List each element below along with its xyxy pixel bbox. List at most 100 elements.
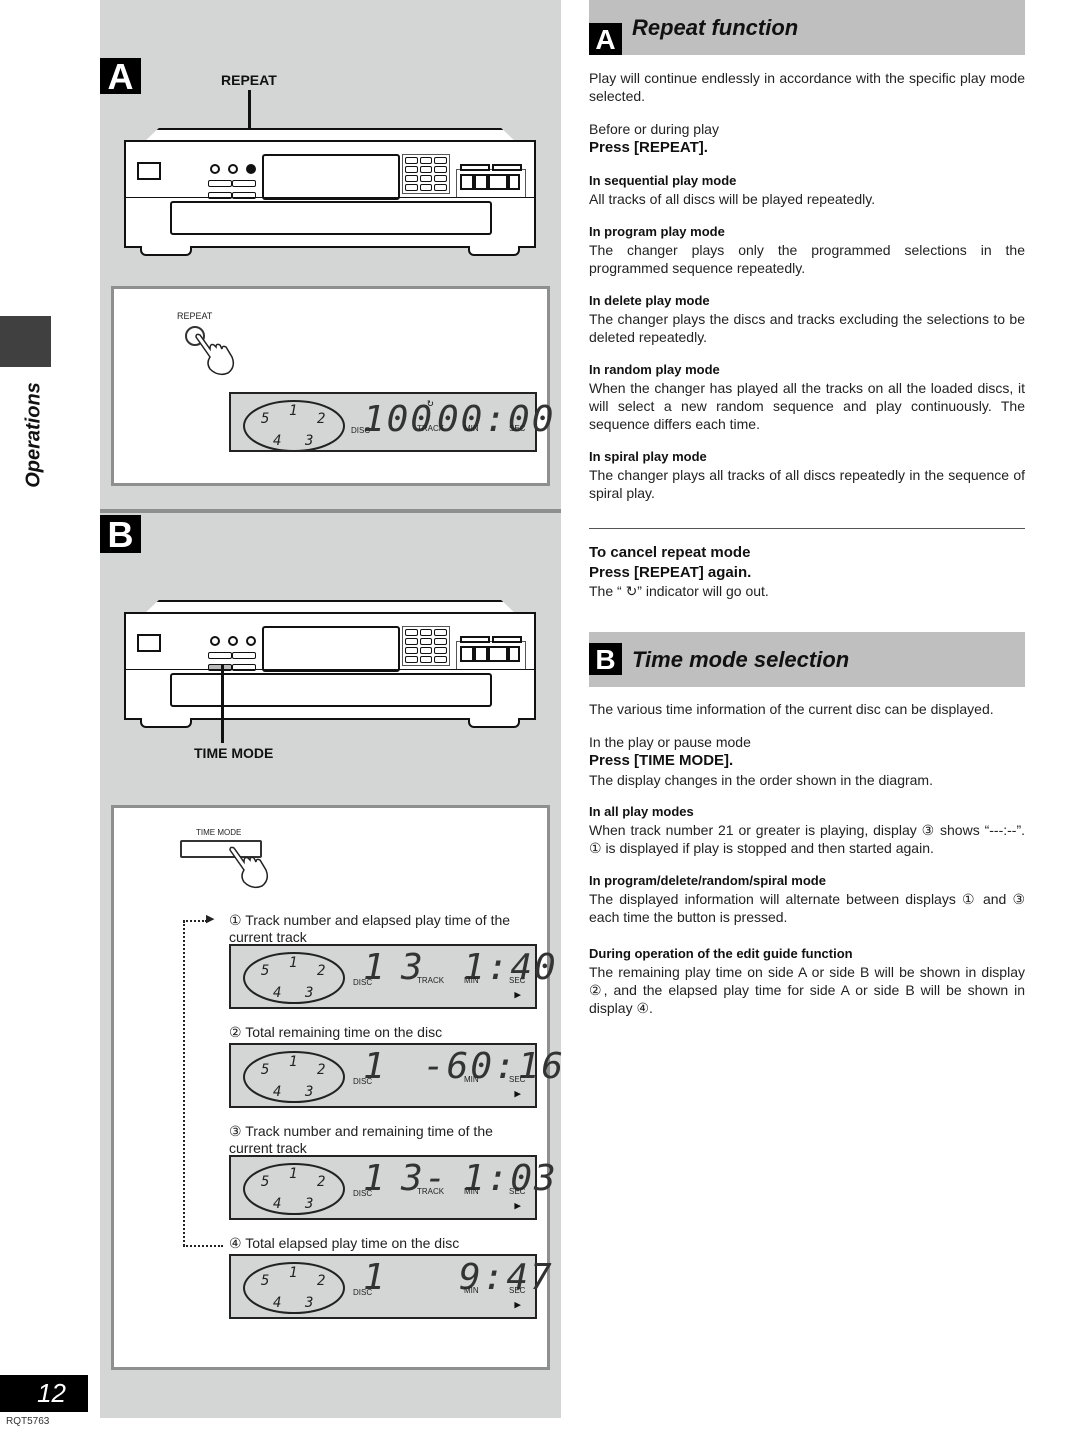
time-mode-callout-label: TIME MODE bbox=[194, 745, 274, 761]
note-heading: In all play modes bbox=[589, 804, 694, 819]
lcd-min-tag: MIN bbox=[464, 976, 479, 985]
section-a-title: Repeat function bbox=[632, 15, 799, 40]
pointing-hand-icon bbox=[229, 846, 269, 889]
note-text: When track number 21 or greater is playi… bbox=[589, 822, 1025, 856]
lcd-disc-tag: DISC bbox=[353, 978, 373, 987]
page-number: 12 bbox=[0, 1375, 88, 1412]
section-b-title: Time mode selection bbox=[632, 647, 850, 672]
svg-text:2: 2 bbox=[317, 963, 325, 979]
svg-text:4: 4 bbox=[273, 1295, 281, 1311]
note-heading: During operation of the edit guide funct… bbox=[589, 946, 853, 961]
spiral-button[interactable] bbox=[210, 636, 220, 646]
numeric-keypad bbox=[402, 154, 450, 194]
play-indicator-icon: ▶ bbox=[514, 988, 521, 1001]
power-button[interactable] bbox=[137, 634, 161, 652]
lcd-track-tag: TRACK bbox=[417, 976, 445, 985]
lcd-disc-tag: DISC bbox=[353, 1288, 373, 1297]
section-b-letter: B bbox=[589, 643, 622, 675]
cycle-flow-line bbox=[183, 921, 185, 1246]
svg-text:1: 1 bbox=[289, 1166, 297, 1182]
lcd-disc-tag: DISC bbox=[353, 1189, 373, 1198]
repeat-button-label: REPEAT bbox=[177, 311, 213, 321]
display-caption: ④ Total elapsed play time on the disc bbox=[229, 1235, 460, 1251]
panel-divider bbox=[100, 509, 561, 513]
repeat-callout-label: REPEAT bbox=[221, 72, 277, 88]
svg-text:2: 2 bbox=[317, 1273, 325, 1289]
lcd-min-tag: MIN bbox=[464, 1075, 479, 1084]
cancel-note: The “ ↻” indicator will go out. bbox=[589, 583, 769, 599]
numeric-keypad bbox=[402, 626, 450, 666]
cancel-heading: To cancel repeat mode bbox=[589, 544, 751, 561]
power-button[interactable] bbox=[137, 162, 161, 180]
random-button[interactable] bbox=[228, 164, 238, 174]
spiral-button[interactable] bbox=[210, 164, 220, 174]
svg-text:2: 2 bbox=[317, 411, 325, 427]
svg-text:1: 1 bbox=[289, 1265, 297, 1281]
section-b-intro: The various time information of the curr… bbox=[589, 701, 994, 717]
svg-text:2: 2 bbox=[317, 1062, 325, 1078]
mode-heading: In spiral play mode bbox=[589, 449, 707, 464]
lcd-display-2: 5 1 2 4 3 1 -60:16 DISC MIN SEC ▶ bbox=[229, 1043, 563, 1108]
svg-text:3: 3 bbox=[304, 1196, 313, 1212]
svg-text:4: 4 bbox=[273, 1084, 281, 1100]
disc-map-icon: 5 1 2 4 3 bbox=[243, 400, 345, 452]
section-a-intro: Play will continue endlessly in accordan… bbox=[589, 70, 1025, 104]
section-label-text: Operations bbox=[22, 382, 45, 488]
cd-changer-front-panel bbox=[124, 600, 536, 735]
lcd-sec-tag: SEC bbox=[509, 1187, 526, 1196]
transport-controls bbox=[456, 636, 526, 670]
panel-button[interactable] bbox=[232, 180, 256, 187]
cd-changer-front-panel bbox=[124, 128, 536, 263]
panel-button[interactable] bbox=[208, 180, 232, 187]
display-caption: ① Track number and elapsed play time of … bbox=[229, 912, 511, 945]
note-heading: In program/delete/random/spiral mode bbox=[589, 873, 826, 888]
disc-tray bbox=[170, 673, 492, 707]
mode-text: The changer plays the discs and tracks e… bbox=[589, 311, 1025, 345]
section-b-when: In the play or pause mode bbox=[589, 734, 751, 750]
mode-text: When the changer has played all the trac… bbox=[589, 380, 1025, 432]
panel-button[interactable] bbox=[232, 652, 256, 659]
panel-b-letter: B bbox=[100, 515, 141, 555]
cancel-press: Press [REPEAT] again. bbox=[589, 564, 752, 581]
lcd-sec-tag: SEC bbox=[509, 424, 526, 433]
svg-text:5: 5 bbox=[261, 963, 269, 979]
repeat-step-inset: REPEAT bbox=[111, 286, 550, 486]
repeat-indicator-icon: ↻ bbox=[427, 396, 434, 409]
flow-arrow-icon: ▶ bbox=[206, 913, 215, 925]
svg-text:2: 2 bbox=[317, 1174, 325, 1190]
section-b-header: B Time mode selection bbox=[589, 632, 1025, 687]
lcd-display-4: 51243 1 9:47 DISC MIN SEC ▶ bbox=[229, 1254, 552, 1319]
lcd-min-tag: MIN bbox=[464, 1187, 479, 1196]
svg-text:1: 1 bbox=[289, 403, 297, 419]
lcd-sec-tag: SEC bbox=[509, 1075, 526, 1084]
display-caption: ③ Track number and remaining time of the… bbox=[229, 1123, 493, 1156]
display-caption: ② Total remaining time on the disc bbox=[229, 1024, 443, 1040]
mode-heading: In delete play mode bbox=[589, 293, 710, 308]
play-indicator-icon: ▶ bbox=[514, 1087, 521, 1100]
lcd-display-repeat: 5 1 2 4 3 100 ↻ 00:00 DISC TRACK MIN SEC bbox=[229, 392, 553, 452]
repeat-button[interactable] bbox=[246, 636, 256, 646]
section-b-press-note: The display changes in the order shown i… bbox=[589, 772, 933, 788]
callout-leader-line bbox=[221, 665, 224, 743]
divider-rule bbox=[589, 528, 1025, 529]
lcd-display-3: 51243 1 3- 1:03 DISC TRACK MIN SEC ▶ bbox=[229, 1155, 556, 1220]
lcd-display-1: 51243 1 3 1:40 DISC TRACK MIN SEC ▶ bbox=[229, 944, 556, 1009]
random-button[interactable] bbox=[228, 636, 238, 646]
lcd-time-digits: -60:16 bbox=[423, 1046, 566, 1087]
front-display bbox=[262, 154, 400, 200]
lcd-track-tag: TRACK bbox=[417, 1187, 445, 1196]
lcd-sec-tag: SEC bbox=[509, 976, 526, 985]
disc-map-icon: 5 1 2 4 3 bbox=[243, 1163, 345, 1215]
panel-button[interactable] bbox=[208, 652, 232, 659]
mode-text: The changer plays only the programmed se… bbox=[589, 242, 1025, 276]
svg-text:1: 1 bbox=[289, 955, 297, 971]
svg-text:3: 3 bbox=[304, 985, 313, 1001]
section-label: Operations bbox=[14, 380, 54, 490]
svg-text:4: 4 bbox=[273, 1196, 281, 1212]
repeat-button[interactable] bbox=[246, 164, 256, 174]
svg-text:1: 1 bbox=[289, 1054, 297, 1070]
lcd-track-tag: TRACK bbox=[417, 424, 445, 433]
mode-text: All tracks of all discs will be played r… bbox=[589, 191, 876, 207]
note-text: The remaining play time on side A or sid… bbox=[589, 964, 1025, 1016]
document-code: RQT5763 bbox=[6, 1416, 50, 1427]
